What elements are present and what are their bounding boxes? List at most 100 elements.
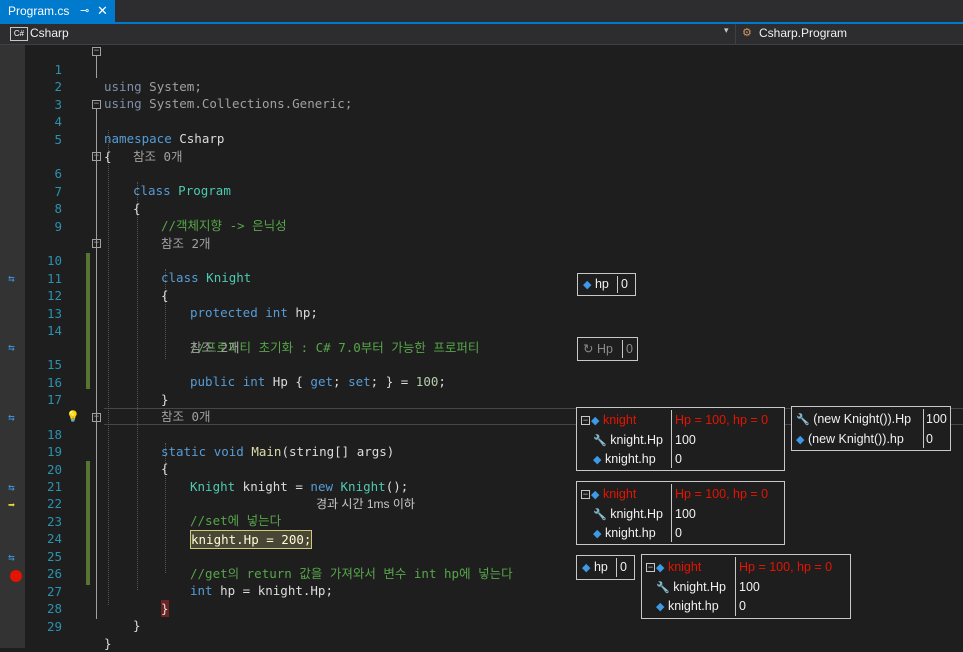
- code-text: Hp {: [265, 374, 311, 389]
- datatip-value[interactable]: Hp = 100, hp = 0: [675, 485, 768, 504]
- code-text: {: [133, 201, 141, 216]
- line-number: 23: [46, 514, 62, 529]
- field-icon: ◆: [593, 454, 602, 466]
- collapse-icon[interactable]: −: [92, 152, 101, 161]
- member-value[interactable]: 100: [926, 410, 947, 429]
- collapse-icon[interactable]: −: [92, 413, 101, 422]
- indent-guide: [108, 130, 109, 605]
- datatip-new-knight[interactable]: 🔧 (new Knight()).Hp 100 ◆ (new Knight())…: [791, 406, 951, 451]
- code-line-1[interactable]: 1 using System;: [0, 44, 201, 94]
- code-line-13[interactable]: 13: [0, 288, 62, 321]
- project-name: Csharp: [30, 26, 69, 40]
- member-value[interactable]: 0: [926, 430, 933, 449]
- code-line-4[interactable]: 4 namespace Csharp: [0, 96, 224, 146]
- keyword: int: [242, 374, 266, 389]
- lightbulb-icon[interactable]: 💡: [66, 410, 80, 423]
- member-name: Csharp.Program: [759, 26, 848, 40]
- code-line-19[interactable]: 19 {: [0, 426, 169, 476]
- code-line-20[interactable]: 20 Knight knight = new Knight();: [0, 444, 408, 494]
- refresh-icon[interactable]: ↻: [583, 342, 593, 356]
- codelens-references[interactable]: 참조 0개: [0, 131, 183, 164]
- reference-count[interactable]: 참조 2개: [190, 339, 240, 356]
- collapse-icon[interactable]: −: [581, 490, 590, 499]
- code-line-14[interactable]: 14 //프로퍼티 초기화 : C# 7.0부터 가능한 프로퍼티: [0, 305, 479, 355]
- code-line-23[interactable]: 23 knight.Hp = 200; 경과 시간 1ms 이하: [0, 496, 415, 549]
- datatip-value[interactable]: 0: [626, 340, 633, 359]
- code-line-7[interactable]: 7 {: [0, 166, 140, 216]
- collapse-icon[interactable]: −: [92, 47, 101, 56]
- line-number: 8: [54, 201, 62, 216]
- codelens-references[interactable]: 참조 2개: [0, 322, 240, 355]
- code-line-9[interactable]: 9: [0, 201, 62, 234]
- code-line-2[interactable]: 2 using System.Collections.Generic;: [0, 61, 352, 111]
- line-number: 26: [46, 566, 62, 581]
- field-icon: ◆: [583, 279, 592, 291]
- member-value[interactable]: 0: [675, 524, 682, 543]
- pin-icon[interactable]: ⊸: [80, 0, 89, 22]
- line-number: 2: [54, 79, 62, 94]
- chevron-down-icon[interactable]: ▾: [724, 25, 729, 36]
- code-text: ;: [438, 374, 446, 389]
- collapse-icon[interactable]: −: [646, 563, 655, 572]
- datatip-value[interactable]: 0: [620, 558, 627, 577]
- datatip-hp[interactable]: ◆ hp 0: [576, 555, 635, 580]
- change-bar: [86, 461, 90, 585]
- keyword: int: [265, 305, 288, 320]
- code-line-17[interactable]: 17: [0, 374, 62, 407]
- code-line-22[interactable]: 22 //set에 넣는다: [0, 478, 281, 528]
- code-line-6[interactable]: 6 class Program: [0, 148, 230, 198]
- datatip-knight-expanded[interactable]: − ◆ knight Hp = 100, hp = 0 🔧 knight.Hp …: [576, 407, 785, 471]
- datatip-Hp-stale[interactable]: ↻ Hp 0: [577, 337, 638, 361]
- line-number: 10: [46, 253, 62, 268]
- datatip-knight-expanded[interactable]: − ◆ knight Hp = 100, hp = 0 🔧 knight.Hp …: [641, 554, 851, 619]
- collapse-icon[interactable]: −: [581, 416, 590, 425]
- keyword: namespace: [104, 131, 172, 146]
- code-line-5[interactable]: 5 {: [0, 114, 111, 164]
- member-value[interactable]: 0: [739, 597, 746, 616]
- datatip-knight-expanded[interactable]: − ◆ knight Hp = 100, hp = 0 🔧 knight.Hp …: [576, 481, 785, 545]
- reference-count[interactable]: 참조 0개: [133, 148, 183, 165]
- method-name: Main: [251, 444, 282, 459]
- line-number: 4: [54, 114, 62, 129]
- perf-tip[interactable]: 경과 시간 1ms 이하: [316, 496, 415, 513]
- code-line-15[interactable]: 15 public int Hp { get; set; } = 100;: [0, 339, 446, 389]
- codelens-references[interactable]: 참조 0개: [0, 391, 211, 424]
- keyword: public: [190, 374, 236, 389]
- member-value[interactable]: 100: [675, 505, 696, 524]
- reference-count[interactable]: 참조 0개: [161, 408, 211, 425]
- member-value[interactable]: 100: [675, 431, 696, 450]
- code-line-29[interactable]: 29 }: [0, 601, 112, 651]
- code-text: knight =: [235, 479, 311, 494]
- code-line-18[interactable]: 18 static void Main(string[] args): [0, 409, 394, 459]
- code-line-28[interactable]: 28 }: [0, 583, 141, 633]
- reference-count[interactable]: 참조 2개: [161, 235, 211, 252]
- member-name: knight.hp: [604, 452, 656, 466]
- close-icon[interactable]: ✕: [97, 0, 108, 22]
- current-statement: knight.Hp = 200;: [190, 530, 313, 549]
- code-line-24[interactable]: 24: [0, 513, 62, 546]
- collapse-icon[interactable]: −: [92, 100, 101, 109]
- code-line-26[interactable]: 26 int hp = knight.Hp;: [0, 548, 333, 598]
- datatip-value[interactable]: 0: [621, 275, 628, 294]
- code-line-27[interactable]: 27 }: [0, 566, 169, 617]
- code-line-3[interactable]: 3: [0, 79, 62, 112]
- datatip-hp[interactable]: ◆ hp 0: [577, 273, 636, 296]
- code-line-21[interactable]: 21: [0, 461, 62, 494]
- tab-program-cs[interactable]: Program.cs ⊸ ✕: [0, 0, 115, 22]
- code-line-16[interactable]: 16 }: [0, 357, 169, 407]
- line-number: 11: [46, 271, 62, 286]
- project-dropdown[interactable]: C# Csharp ▾: [0, 24, 736, 44]
- member-dropdown[interactable]: ⚙ Csharp.Program: [740, 24, 963, 44]
- code-line-25[interactable]: 25 //get의 return 값을 가져와서 변수 int hp에 넣는다: [0, 531, 513, 581]
- member-value[interactable]: 0: [675, 450, 682, 469]
- code-line-12[interactable]: 12 protected int hp;: [0, 270, 318, 320]
- code-line-10[interactable]: 10 class Knight: [0, 235, 251, 285]
- member-value[interactable]: 100: [739, 578, 760, 597]
- code-line-8[interactable]: 8 //객체지향 -> 은닉성: [0, 183, 286, 233]
- line-number: 16: [46, 375, 62, 390]
- code-line-11[interactable]: 11 {: [0, 253, 169, 303]
- codelens-references[interactable]: 참조 2개: [0, 218, 211, 251]
- datatip-value[interactable]: Hp = 100, hp = 0: [675, 411, 768, 430]
- collapse-icon[interactable]: −: [92, 239, 101, 248]
- datatip-value[interactable]: Hp = 100, hp = 0: [739, 558, 832, 577]
